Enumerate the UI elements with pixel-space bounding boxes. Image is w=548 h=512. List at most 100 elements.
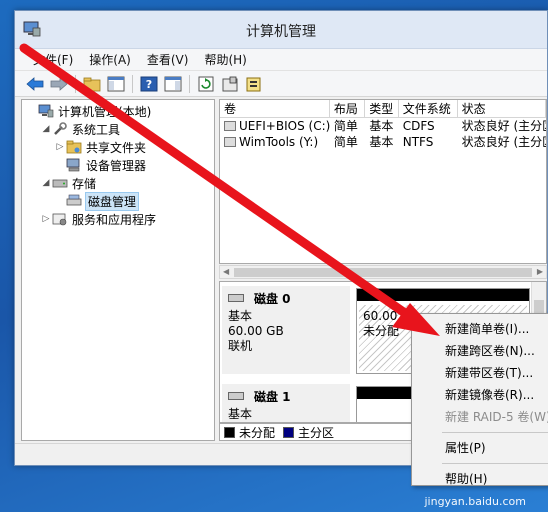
menu-help[interactable]: 帮助(H)	[198, 51, 252, 68]
scroll-right-icon[interactable]: ▶	[537, 266, 543, 278]
volume-cell: WimTools (Y:)	[220, 134, 330, 150]
volume-cell: CDFS	[399, 118, 458, 134]
tree-item[interactable]: 磁盘管理	[22, 191, 214, 211]
shared-folder-icon	[66, 140, 82, 154]
volume-list: 卷 布局 类型 文件系统 状态 UEFI+BIOS (C:) 简单 基本 CDFS 状态…	[219, 99, 547, 264]
context-menu-item-new-spanned-volume[interactable]: 新建跨区卷(N)...	[412, 340, 548, 362]
volume-cell-text: CDFS	[402, 119, 435, 133]
expand-toggle-icon[interactable]: ◢	[40, 178, 52, 188]
toolbar-separator	[75, 74, 76, 93]
help-button[interactable]: ?	[139, 74, 159, 94]
volume-row[interactable]: WimTools (Y:) 简单基本 NTFS 状态良好 (主分区)	[220, 134, 546, 150]
menu-bar: 文件(F) 操作(A) 查看(V) 帮助(H)	[15, 49, 547, 71]
context-menu-item-properties[interactable]: 属性(P)	[412, 437, 548, 459]
tree-item-label: 计算机管理(本地)	[58, 104, 152, 119]
disk-0-name: 磁盘 0	[254, 292, 291, 306]
volume-row[interactable]: UEFI+BIOS (C:)简单基本 CDFS 状态良好 (主分区)	[220, 118, 546, 134]
tree-item[interactable]: 计算机管理(本地)	[22, 102, 214, 120]
watermark-text: jingyan.baidu.com	[424, 495, 526, 508]
volume-cell-text: 简单	[333, 135, 358, 149]
context-menu-item-new-simple-volume[interactable]: 新建简单卷(I)...	[412, 318, 548, 340]
tree-item[interactable]: 设备管理器	[22, 156, 214, 174]
volume-icon	[224, 121, 236, 131]
refresh-button[interactable]	[196, 74, 216, 94]
legend-swatch-primary	[283, 426, 295, 438]
toolbar-separator	[132, 74, 133, 93]
scroll-left-icon[interactable]: ◀	[223, 266, 229, 278]
forward-arrow-icon	[50, 76, 68, 91]
volume-cell-text: NTFS	[402, 135, 434, 149]
menu-separator	[442, 463, 548, 464]
volume-cell-text: 状态良好 (主分区)	[461, 119, 546, 133]
menu-file[interactable]: 文件(F)	[27, 51, 79, 68]
computer-icon	[38, 104, 54, 118]
volume-cell-text: WimTools (Y:)	[239, 135, 319, 149]
column-header-type[interactable]: 类型	[365, 100, 399, 117]
legend-swatch-unallocated	[224, 426, 235, 438]
volume-cell-text: UEFI+BIOS (C:)	[239, 119, 330, 133]
expand-toggle-icon[interactable]: ▷	[40, 214, 52, 224]
show-hide-tree-button[interactable]	[106, 74, 126, 94]
volume-cell: 简单	[330, 134, 365, 150]
context-menu-item-help[interactable]: 帮助(H)	[412, 468, 548, 490]
properties-button[interactable]	[220, 74, 240, 94]
menu-view[interactable]: 查看(V)	[141, 51, 195, 68]
tree-item[interactable]: ◢ 存储	[22, 174, 214, 192]
up-folder-button[interactable]	[82, 74, 102, 94]
tree-item-label: 服务和应用程序	[72, 212, 157, 227]
menu-action[interactable]: 操作(A)	[83, 51, 137, 68]
disk-management-icon	[66, 194, 82, 208]
expand-toggle-icon[interactable]: ▷	[54, 142, 66, 152]
tree-item-label: 存储	[72, 176, 97, 191]
unallocated-bar	[357, 289, 529, 301]
volume-cell-text: 基本	[369, 135, 394, 149]
disk-0-type: 基本	[228, 309, 253, 323]
volume-cell: 简单	[330, 118, 365, 134]
volume-icon	[224, 137, 236, 147]
legend-unallocated: 未分配	[224, 424, 275, 441]
disk-icon	[228, 294, 244, 302]
column-header-layout[interactable]: 布局	[330, 100, 366, 117]
disk-1-info[interactable]: 磁盘 1 基本	[222, 384, 350, 422]
context-menu-item-new-mirrored-volume[interactable]: 新建镜像卷(R)...	[412, 384, 548, 406]
column-header-volume[interactable]: 卷	[220, 100, 330, 117]
tree-item[interactable]: ▷ 服务和应用程序	[22, 210, 214, 228]
action-pane-icon	[164, 76, 182, 91]
tree-item-label: 设备管理器	[86, 158, 147, 173]
disk-0-info[interactable]: 磁盘 0 基本 60.00 GB 联机	[222, 286, 350, 374]
forward-button[interactable]	[49, 74, 69, 94]
export-icon	[246, 77, 261, 91]
tree-item[interactable]: ◢ 系统工具	[22, 120, 214, 138]
disk-0-size: 60.00 GB	[228, 324, 284, 338]
volume-cell-text: 状态良好 (主分区)	[461, 135, 546, 149]
legend-primary: 主分区	[283, 424, 334, 441]
folder-up-icon	[83, 77, 101, 91]
help-icon: ?	[140, 76, 158, 91]
volume-cell: NTFS	[399, 134, 458, 150]
column-header-status[interactable]: 状态	[458, 100, 546, 117]
volume-cell: UEFI+BIOS (C:)	[220, 118, 330, 134]
toolbar: ?	[15, 71, 547, 97]
horizontal-scrollbar[interactable]: ◀ ▶	[219, 265, 547, 279]
properties-icon	[222, 76, 238, 91]
refresh-icon	[198, 76, 214, 91]
menu-separator	[442, 432, 548, 433]
volume-list-header: 卷 布局 类型 文件系统 状态	[220, 100, 546, 118]
console-tree-icon	[107, 76, 125, 91]
disk-1-type: 基本	[228, 407, 253, 421]
context-menu-item-new-striped-volume[interactable]: 新建带区卷(T)...	[412, 362, 548, 384]
volume-cell: 基本	[365, 134, 398, 150]
services-icon	[52, 212, 68, 226]
back-arrow-icon	[26, 76, 44, 91]
expand-toggle-icon[interactable]: ◢	[40, 124, 52, 134]
title-bar[interactable]: 计算机管理	[15, 11, 547, 49]
scroll-thumb[interactable]	[234, 268, 532, 277]
export-list-button[interactable]	[244, 74, 264, 94]
show-action-pane-button[interactable]	[163, 74, 183, 94]
column-header-filesystem[interactable]: 文件系统	[399, 100, 458, 117]
back-button[interactable]	[25, 74, 45, 94]
context-menu-item-new-raid5-volume: 新建 RAID-5 卷(W)...	[445, 410, 548, 424]
tree-item[interactable]: ▷ 共享文件夹	[22, 138, 214, 156]
disk-1-name: 磁盘 1	[254, 390, 291, 404]
storage-icon	[52, 176, 68, 190]
